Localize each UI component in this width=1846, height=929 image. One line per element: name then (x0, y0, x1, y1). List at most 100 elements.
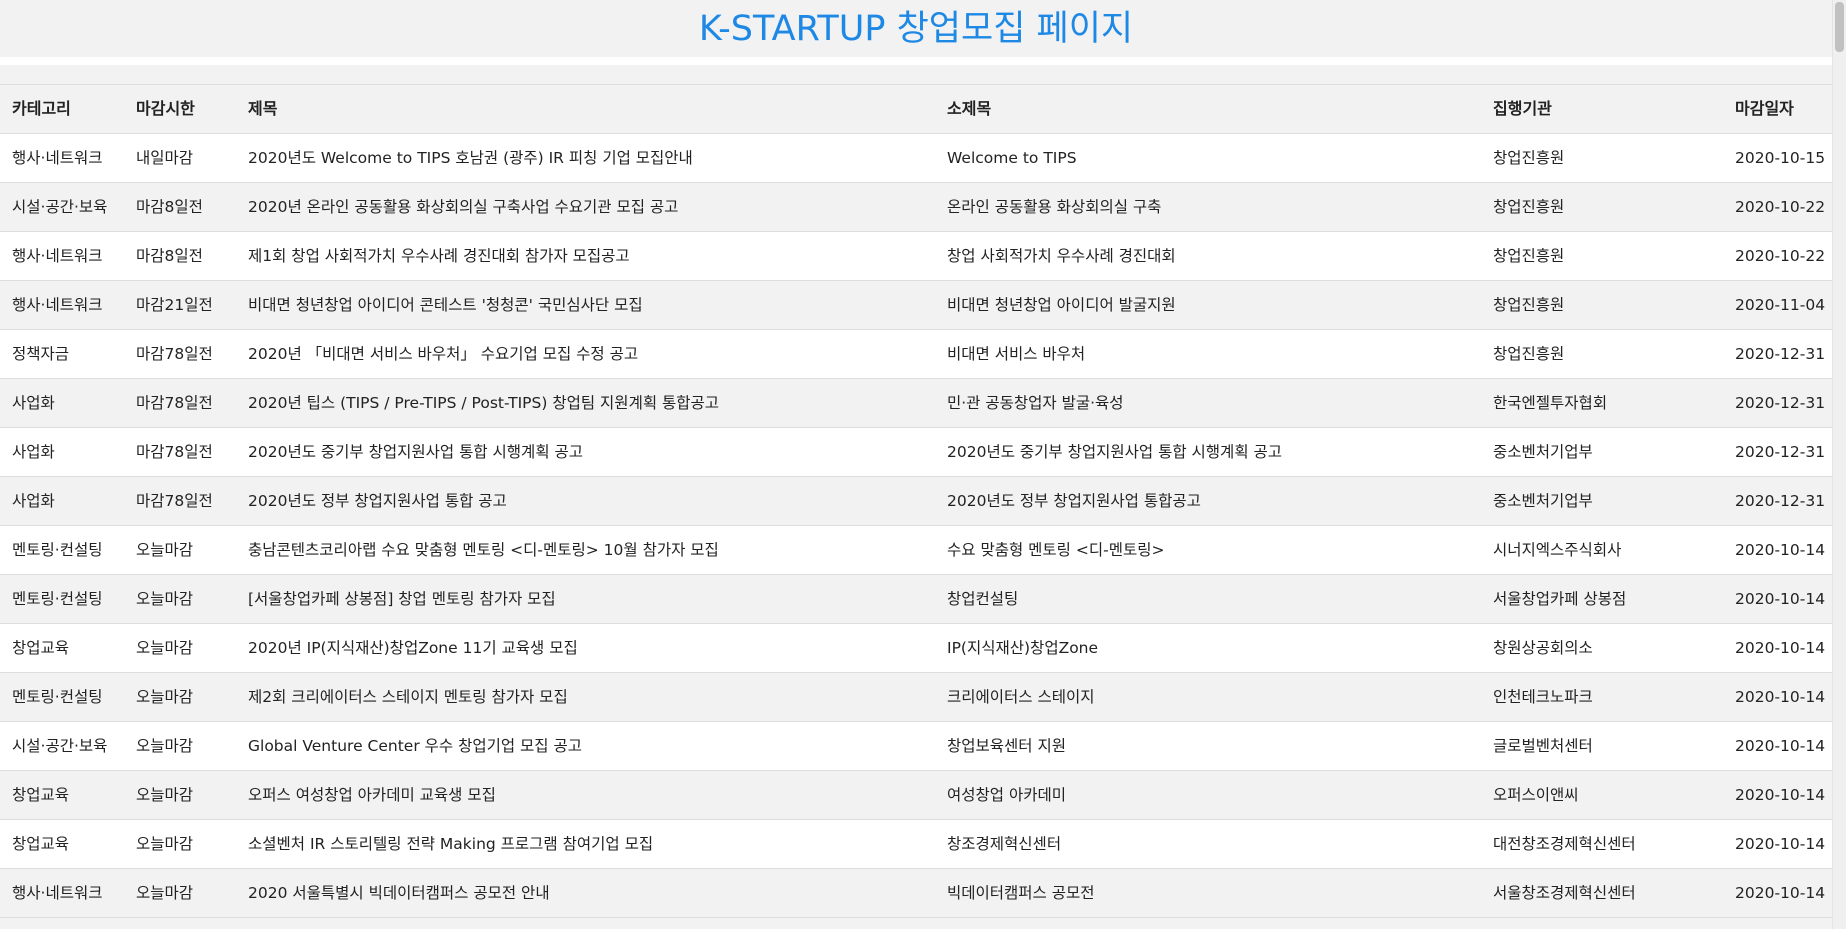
cell-category: 멘토링·컨설팅 (12, 541, 103, 559)
table-header-row: 카테고리 마감시한 제목 소제목 집행기관 마감일자 (0, 85, 1832, 134)
cell-category: 정책자금 (12, 345, 70, 363)
table-body: 행사·네트워크 내일마감 2020년도 Welcome to TIPS 호남권 (광… (0, 134, 1832, 918)
cell-subtitle: Welcome to TIPS (947, 149, 1077, 167)
cell-deadline-status: 마감78일전 (136, 345, 213, 363)
cell-deadline-status: 내일마감 (136, 149, 194, 167)
cell-organization: 시너지엑스주식회사 (1493, 541, 1622, 559)
cell-deadline-date: 2020-12-31 (1735, 492, 1826, 510)
cell-deadline-status: 오늘마감 (136, 541, 194, 559)
table-row[interactable]: 행사·네트워크 내일마감 2020년도 Welcome to TIPS 호남권 (광… (0, 134, 1832, 183)
table-row[interactable]: 사업화 마감78일전 2020년도 정부 창업지원사업 통합 공고 2020년도 정부… (0, 477, 1832, 526)
cell-subtitle: IP(지식재산)창업Zone (947, 639, 1099, 657)
cell-organization: 인천테크노파크 (1493, 688, 1593, 706)
cell-category: 시설·공간·보육 (12, 737, 108, 755)
cell-title[interactable]: 제1회 창업 사회적가치 우수사례 경진대회 참가자 모집공고 (248, 232, 938, 280)
cell-title[interactable]: 2020년 온라인 공동활용 화상회의실 구축사업 수요기관 모집 공고 (248, 183, 938, 231)
cell-title[interactable]: 충남콘텐츠코리아랩 수요 맞춤형 멘토링 <디-멘토링> 10월 참가자 모집 (248, 526, 938, 574)
listing-table: 카테고리 마감시한 제목 소제목 집행기관 마감일자 행사·네트워크 내일마감 20… (0, 84, 1832, 918)
cell-category: 시설·공간·보육 (12, 198, 108, 216)
cell-organization: 창원상공회의소 (1493, 639, 1593, 657)
cell-title[interactable]: 2020년 팁스 (TIPS / Pre-TIPS / Post-TIPS) 창… (248, 379, 938, 427)
header-title[interactable]: 제목 (248, 85, 938, 133)
cell-subtitle: 온라인 공동활용 화상회의실 구축 (947, 198, 1162, 216)
cell-deadline-date: 2020-10-22 (1735, 247, 1826, 265)
cell-title[interactable]: 2020년 IP(지식재산)창업Zone 11기 교육생 모집 (248, 624, 938, 672)
cell-title[interactable]: 2020 서울특별시 빅데이터캠퍼스 공모전 안내 (248, 869, 938, 917)
cell-deadline-status: 오늘마감 (136, 688, 194, 706)
cell-deadline-date: 2020-10-14 (1735, 884, 1826, 902)
cell-deadline-status: 마감78일전 (136, 492, 213, 510)
table-row[interactable]: 멘토링·컨설팅 오늘마감 충남콘텐츠코리아랩 수요 맞춤형 멘토링 <디-멘토링> … (0, 526, 1832, 575)
cell-subtitle: 수요 맞춤형 멘토링 <디-멘토링> (947, 541, 1165, 559)
cell-subtitle: 창업컨설팅 (947, 590, 1019, 608)
header-deadline-date[interactable]: 마감일자 (1735, 85, 1830, 133)
header-organization[interactable]: 집행기관 (1493, 85, 1729, 133)
cell-subtitle: 빅데이터캠퍼스 공모전 (947, 884, 1095, 902)
cell-deadline-date: 2020-11-04 (1735, 296, 1826, 314)
table-row[interactable]: 멘토링·컨설팅 오늘마감 제2회 크리에이터스 스테이지 멘토링 참가자 모집 크리에… (0, 673, 1832, 722)
cell-title[interactable]: 비대면 청년창업 아이디어 콘테스트 '청청콘' 국민심사단 모집 (248, 281, 938, 329)
cell-deadline-status: 오늘마감 (136, 590, 194, 608)
cell-deadline-date: 2020-10-14 (1735, 737, 1826, 755)
cell-title[interactable]: Global Venture Center 우수 창업기업 모집 공고 (248, 722, 938, 770)
cell-category: 행사·네트워크 (12, 884, 103, 902)
cell-deadline-date: 2020-12-31 (1735, 345, 1826, 363)
cell-organization: 중소벤처기업부 (1493, 443, 1593, 461)
table-row[interactable]: 시설·공간·보육 마감8일전 2020년 온라인 공동활용 화상회의실 구축사업 수… (0, 183, 1832, 232)
cell-organization: 창업진흥원 (1493, 247, 1565, 265)
cell-organization: 창업진흥원 (1493, 296, 1565, 314)
cell-title[interactable]: 소셜벤처 IR 스토리텔링 전략 Making 프로그램 참여기업 모집 (248, 820, 938, 868)
cell-subtitle: 크리에이터스 스테이지 (947, 688, 1095, 706)
cell-title[interactable]: 2020년 「비대면 서비스 바우처」 수요기업 모집 수정 공고 (248, 330, 938, 378)
scrollbar-thumb[interactable] (1835, 2, 1844, 52)
table-row[interactable]: 행사·네트워크 마감8일전 제1회 창업 사회적가치 우수사례 경진대회 참가자 모… (0, 232, 1832, 281)
divider (0, 57, 1832, 65)
cell-deadline-date: 2020-10-22 (1735, 198, 1826, 216)
cell-organization: 창업진흥원 (1493, 198, 1565, 216)
cell-title[interactable]: 2020년도 Welcome to TIPS 호남권 (광주) IR 피칭 기업… (248, 134, 938, 182)
cell-subtitle: 민·관 공동창업자 발굴·육성 (947, 394, 1124, 412)
vertical-scrollbar[interactable] (1832, 0, 1846, 929)
cell-deadline-status: 오늘마감 (136, 786, 194, 804)
table-row[interactable]: 멘토링·컨설팅 오늘마감 [서울창업카페 상봉점] 창업 멘토링 참가자 모집 창업컨… (0, 575, 1832, 624)
cell-deadline-status: 오늘마감 (136, 737, 194, 755)
cell-title[interactable]: 2020년도 중기부 창업지원사업 통합 시행계획 공고 (248, 428, 938, 476)
header-category[interactable]: 카테고리 (12, 85, 132, 133)
table-row[interactable]: 사업화 마감78일전 2020년 팁스 (TIPS / Pre-TIPS / Pos… (0, 379, 1832, 428)
cell-deadline-status: 오늘마감 (136, 835, 194, 853)
cell-deadline-status: 마감8일전 (136, 198, 203, 216)
table-row[interactable]: 행사·네트워크 오늘마감 2020 서울특별시 빅데이터캠퍼스 공모전 안내 빅데이터… (0, 869, 1832, 918)
table-row[interactable]: 창업교육 오늘마감 2020년 IP(지식재산)창업Zone 11기 교육생 모집 I… (0, 624, 1832, 673)
cell-subtitle: 2020년도 중기부 창업지원사업 통합 시행계획 공고 (947, 443, 1283, 461)
table-row[interactable]: 창업교육 오늘마감 소셜벤처 IR 스토리텔링 전략 Making 프로그램 참여기… (0, 820, 1832, 869)
cell-title[interactable]: [서울창업카페 상봉점] 창업 멘토링 참가자 모집 (248, 575, 938, 623)
cell-subtitle: 비대면 서비스 바우처 (947, 345, 1086, 363)
cell-organization: 창업진흥원 (1493, 345, 1565, 363)
table-row[interactable]: 창업교육 오늘마감 오퍼스 여성창업 아카데미 교육생 모집 여성창업 아카데미 오퍼스… (0, 771, 1832, 820)
cell-subtitle: 창업 사회적가치 우수사례 경진대회 (947, 247, 1176, 265)
cell-organization: 서울창업카페 상봉점 (1493, 590, 1627, 608)
cell-deadline-date: 2020-12-31 (1735, 443, 1826, 461)
table-row[interactable]: 시설·공간·보육 오늘마감 Global Venture Center 우수 창업기… (0, 722, 1832, 771)
cell-organization: 대전창조경제혁신센터 (1493, 835, 1636, 853)
header-subtitle[interactable]: 소제목 (947, 85, 1487, 133)
cell-title[interactable]: 2020년도 정부 창업지원사업 통합 공고 (248, 477, 938, 525)
cell-deadline-status: 마감78일전 (136, 394, 213, 412)
cell-subtitle: 2020년도 정부 창업지원사업 통합공고 (947, 492, 1201, 510)
table-row[interactable]: 정책자금 마감78일전 2020년 「비대면 서비스 바우처」 수요기업 모집 수정… (0, 330, 1832, 379)
cell-deadline-status: 마감21일전 (136, 296, 213, 314)
cell-category: 행사·네트워크 (12, 149, 103, 167)
cell-category: 창업교육 (12, 639, 70, 657)
cell-subtitle: 창조경제혁신센터 (947, 835, 1062, 853)
header-deadline-status[interactable]: 마감시한 (136, 85, 244, 133)
cell-deadline-date: 2020-10-14 (1735, 688, 1826, 706)
cell-organization: 서울창조경제혁신센터 (1493, 884, 1636, 902)
cell-title[interactable]: 오퍼스 여성창업 아카데미 교육생 모집 (248, 771, 938, 819)
cell-organization: 한국엔젤투자협회 (1493, 394, 1608, 412)
cell-organization: 창업진흥원 (1493, 149, 1565, 167)
cell-category: 행사·네트워크 (12, 247, 103, 265)
cell-title[interactable]: 제2회 크리에이터스 스테이지 멘토링 참가자 모집 (248, 673, 938, 721)
table-row[interactable]: 사업화 마감78일전 2020년도 중기부 창업지원사업 통합 시행계획 공고 202… (0, 428, 1832, 477)
table-row[interactable]: 행사·네트워크 마감21일전 비대면 청년창업 아이디어 콘테스트 '청청콘' 국민… (0, 281, 1832, 330)
cell-organization: 중소벤처기업부 (1493, 492, 1593, 510)
